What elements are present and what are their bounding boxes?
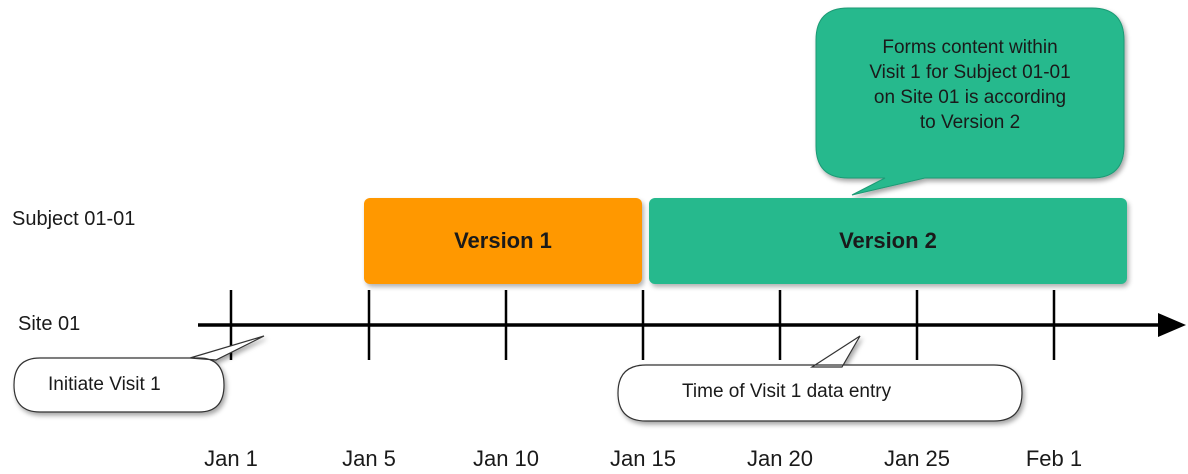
version-2-label: Version 2 [839,228,937,253]
version-1-label: Version 1 [454,228,552,253]
timeline-arrowhead [1158,313,1186,337]
tick-label: Jan 15 [609,446,677,471]
note-line: to Version 2 [919,112,1021,133]
tick-label: Jan 10 [472,446,540,471]
data-entry-callout-bubble [617,335,1023,422]
tick-label: Feb 1 [1025,446,1083,471]
tick-label: Jan 20 [746,446,814,471]
note-line: Visit 1 for Subject 01-01 [869,62,1071,83]
initiate-callout-text: Initiate Visit 1 [48,374,161,395]
data-entry-callout-text: Time of Visit 1 data entry [682,381,892,402]
note-callout-text: Forms content within Visit 1 for Subject… [816,35,1124,135]
site-row-label: Site 01 [18,313,81,335]
version-2-bar: Version 2 [649,198,1127,284]
version-1-bar: Version 1 [364,198,642,284]
tick-label: Jan 5 [342,446,396,471]
version-timeline-diagram: Subject 01-01 Site 01 Version 1 Version … [0,0,1188,474]
note-line: on Site 01 is according [873,87,1067,108]
tick-label: Jan 1 [204,446,258,471]
note-line: Forms content within [882,37,1058,58]
tick-label: Jan 25 [883,446,951,471]
subject-row-label: Subject 01-01 [12,208,136,230]
